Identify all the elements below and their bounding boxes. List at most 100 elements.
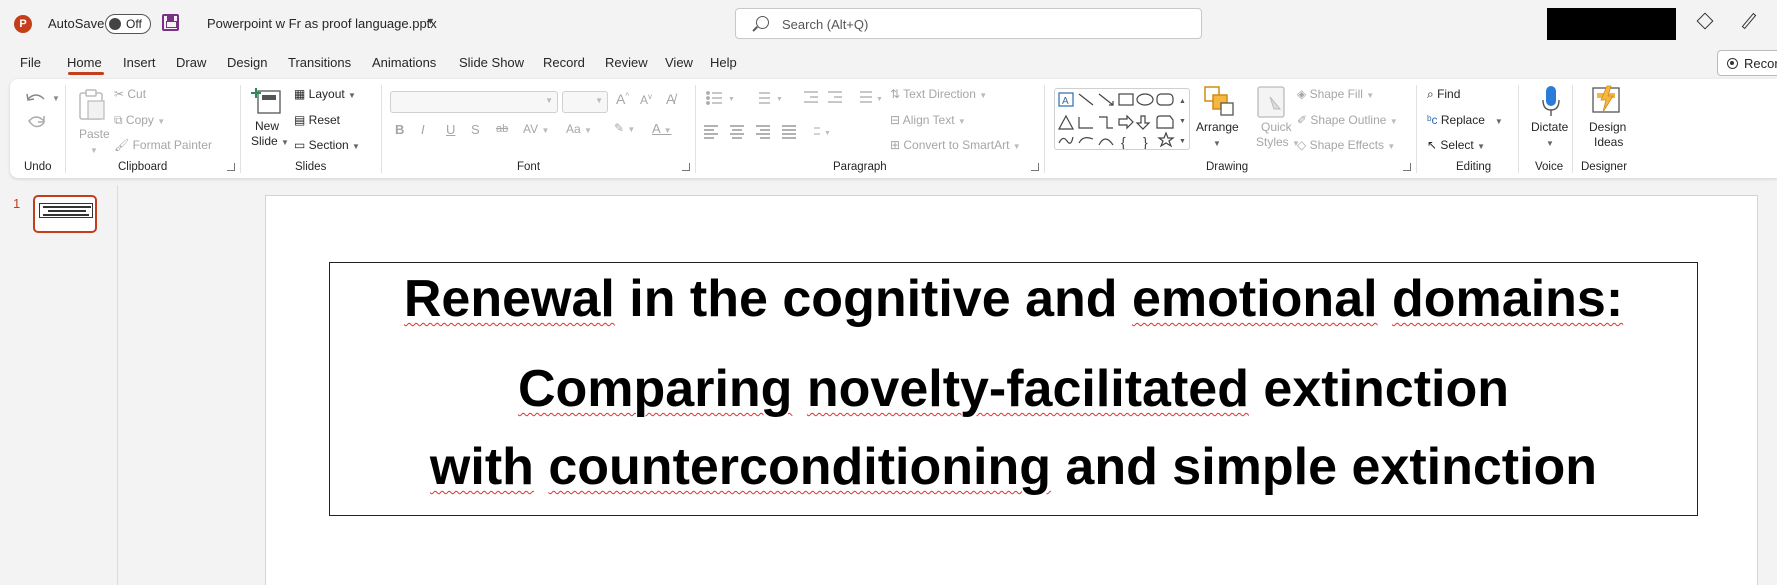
layout-button[interactable]: ▦ Layout ▼ — [294, 87, 356, 101]
title-line-2: Comparing novelty-facilitated extinction — [517, 360, 1510, 418]
underline-button[interactable]: U — [446, 122, 455, 137]
reset-button[interactable]: ▤ Reset — [294, 113, 340, 127]
tab-draw[interactable]: Draw — [176, 55, 206, 70]
select-button[interactable]: ↖ Select ▼ — [1427, 138, 1485, 152]
convert-smartart-button[interactable]: ⊞ Convert to SmartArt ▼ — [890, 138, 1021, 152]
tab-insert[interactable]: Insert — [123, 55, 156, 70]
tab-record[interactable]: Record — [543, 55, 585, 70]
paragraph-launcher-icon[interactable] — [1031, 163, 1039, 171]
dictate-button[interactable]: Dictate — [1531, 120, 1568, 134]
shrink-font-button[interactable]: Av — [640, 92, 652, 107]
autosave-toggle[interactable]: Off — [105, 14, 151, 34]
shapes-gallery[interactable]: A { } ▲ ▼ ▼ — [1054, 88, 1190, 150]
tab-view[interactable]: View — [665, 55, 693, 70]
shape-effects-icon: ◇ — [1297, 138, 1310, 152]
save-icon[interactable] — [162, 14, 179, 31]
font-size-combo[interactable]: ▼ — [562, 91, 608, 113]
italic-button[interactable]: I — [421, 122, 425, 137]
record-button[interactable]: Record — [1717, 50, 1777, 76]
section-button[interactable]: ▭ Section ▼ — [294, 138, 360, 152]
new-slide-icon[interactable] — [250, 85, 284, 117]
grow-font-button[interactable]: A^ — [616, 91, 629, 107]
copy-icon: ⧉ — [114, 113, 126, 127]
premium-diamond-icon[interactable] — [1696, 12, 1714, 30]
alignment-icons[interactable]: ▼ — [704, 124, 834, 140]
slide-thumbnail[interactable] — [33, 195, 97, 233]
character-spacing-button[interactable]: AV ▼ — [523, 122, 549, 136]
font-launcher-icon[interactable] — [682, 163, 690, 171]
tab-file[interactable]: File — [20, 55, 41, 70]
document-title[interactable]: Powerpoint w Fr as proof language.pptx — [207, 16, 437, 31]
cut-button[interactable]: ✂ Cut — [114, 87, 146, 101]
tab-home[interactable]: Home — [67, 55, 102, 70]
pen-outline-icon: ✐ — [1297, 113, 1311, 127]
tab-review[interactable]: Review — [605, 55, 648, 70]
title-line-1: Renewal in the cognitive and emotional d… — [403, 270, 1624, 328]
tab-slide-show[interactable]: Slide Show — [459, 55, 524, 70]
shape-fill-button[interactable]: ◈ Shape Fill ▼ — [1297, 87, 1374, 101]
paint-bucket-icon: ◈ — [1297, 87, 1310, 101]
group-separator — [695, 85, 696, 173]
slide-canvas: Renewal in the cognitive and emotional d… — [118, 185, 1777, 585]
tab-design[interactable]: Design — [227, 55, 267, 70]
account-area[interactable] — [1547, 8, 1676, 40]
quick-styles-button[interactable]: Styles ▼ — [1256, 135, 1300, 149]
thumbnail-preview — [39, 203, 93, 218]
chevron-down-icon[interactable]: ▼ — [426, 16, 435, 26]
group-separator — [1572, 85, 1573, 173]
cursor-arrow-icon: ↖ — [1427, 138, 1441, 152]
group-separator — [240, 85, 241, 173]
shape-effects-button[interactable]: ◇ Shape Effects ▼ — [1297, 138, 1395, 152]
slides-pane: 1 — [0, 185, 118, 585]
copy-button[interactable]: ⧉ Copy ▼ — [114, 113, 165, 128]
group-separator — [1044, 85, 1045, 173]
arrange-button[interactable]: Arrange — [1196, 120, 1239, 134]
shadow-button[interactable]: S — [471, 122, 480, 137]
change-case-button[interactable]: Aa ▼ — [566, 122, 592, 136]
svg-text:▼: ▼ — [824, 130, 831, 137]
powerpoint-logo-icon: P — [14, 15, 32, 33]
group-separator — [65, 85, 66, 173]
find-button[interactable]: ⌕ Find — [1427, 87, 1460, 102]
shape-outline-button[interactable]: ✐ Shape Outline ▼ — [1297, 113, 1398, 127]
search-input[interactable] — [782, 15, 1182, 33]
search-box[interactable] — [735, 8, 1202, 39]
clear-formatting-icon[interactable]: A̸ — [666, 91, 675, 107]
title-text-box[interactable]: Renewal in the cognitive and emotional d… — [329, 262, 1698, 516]
bold-button[interactable]: B — [395, 122, 404, 137]
replace-button[interactable]: ᵇc Replace ▼ — [1427, 113, 1503, 127]
clipboard-launcher-icon[interactable] — [227, 163, 235, 171]
highlight-button[interactable]: ✎ ▼ — [614, 121, 635, 135]
font-name-combo[interactable]: ▼ — [390, 91, 558, 113]
arrange-icon[interactable] — [1203, 85, 1235, 117]
tab-transitions[interactable]: Transitions — [288, 55, 351, 70]
font-color-button[interactable]: A ▼ — [652, 121, 672, 136]
slide[interactable]: Renewal in the cognitive and emotional d… — [265, 195, 1758, 585]
format-painter-button[interactable]: 🖌 Format Painter — [114, 138, 212, 152]
group-label-undo: Undo — [24, 161, 52, 173]
design-ideas-icon[interactable] — [1591, 84, 1621, 116]
new-slide-button[interactable]: Slide ▼ — [251, 134, 289, 148]
drawing-launcher-icon[interactable] — [1403, 163, 1411, 171]
design-ideas-label-1[interactable]: Design — [1589, 120, 1626, 134]
brush-icon: 🖌 — [114, 138, 133, 152]
group-separator — [1518, 85, 1519, 173]
quick-styles-label-1[interactable]: Quick — [1261, 120, 1292, 134]
strikethrough-button[interactable]: ab — [496, 123, 508, 135]
quick-styles-icon[interactable] — [1256, 85, 1286, 119]
title-line-3: with counterconditioning and simple exti… — [429, 438, 1598, 496]
microphone-icon[interactable] — [1540, 84, 1562, 118]
text-direction-button[interactable]: ⇅ Text Direction ▼ — [890, 87, 987, 101]
paste-icon[interactable] — [76, 87, 108, 121]
tab-help[interactable]: Help — [710, 55, 737, 70]
pen-icon[interactable] — [1741, 12, 1757, 30]
menu-bar: File Home Insert Draw Design Transitions… — [0, 48, 1777, 78]
tab-animations[interactable]: Animations — [372, 55, 436, 70]
align-text-button[interactable]: ⊟ Align Text ▼ — [890, 113, 966, 127]
new-slide-label-1[interactable]: New — [255, 119, 279, 133]
undo-redo-icon[interactable]: ▼ — [24, 87, 60, 139]
scissors-icon: ✂ — [114, 87, 128, 101]
design-ideas-button[interactable]: Ideas — [1594, 135, 1623, 149]
paste-button[interactable]: Paste — [79, 127, 110, 141]
list-indent-icons[interactable]: ▼ ▼ ▼ — [704, 89, 884, 109]
